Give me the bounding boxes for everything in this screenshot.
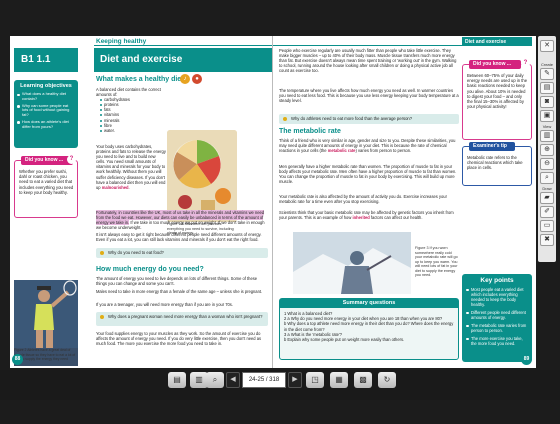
zoom-out-icon[interactable]: ⊖ [540,158,554,170]
metabolic-paragraph-3: Your metabolic rate is also affected by … [279,194,447,205]
view-group-label: View [542,124,552,129]
did-you-know-label-right: Did you know ... [469,60,522,69]
question-note-2: Why does a pregnant woman need more ener… [96,312,268,326]
examiners-tip-label: Examiner's tip [469,142,515,151]
met4b-text: factors can affect our health. [370,215,423,221]
clear-icon[interactable]: ✖ [540,234,554,246]
summary-heading: Summary questions [280,299,458,308]
figure2-caption: Figure 2 Athletes have a great deal of m… [14,348,76,361]
objective-item: How does an athlete's diet differ from y… [17,119,75,130]
summary-questions-box: Summary questions 1 What is a balanced d… [279,298,459,360]
question-icon: ? [67,155,76,164]
temperature-paragraph: The temperature where you live affects h… [279,88,459,104]
page-icon[interactable]: ▤ [540,82,554,94]
expedition-image [293,232,411,294]
males-paragraph: Males need to take in more energy than a… [96,289,263,294]
met1b-text: ) varies from person to person. [355,148,412,154]
question-note-3: Why do athletes need to eat more food th… [279,114,459,124]
print-icon[interactable]: ▣ [540,110,554,122]
draw-group-label: Draw [542,186,552,191]
uk-paragraph: Fortunately, in countries like the UK, m… [96,210,268,230]
summary-item: b Explain why some people put on weight … [284,337,405,343]
did-you-know-box-right: Did you know ... ? Between 60–75% of you… [462,59,532,140]
cells-text: Your body uses carbohydrates, proteins a… [96,144,166,190]
right-toolbar: ✕ Create ✎ ▤ ◙ ▣ View ▥ ⊕ ⊖ ⌕ Draw ▰ ✐ ▭… [538,36,556,262]
did-you-know-label: Did you know ... [21,156,74,165]
resources-icon[interactable]: ◳ [306,372,324,388]
muscle-paragraph: Your food supplies energy to your muscle… [96,331,262,347]
key-point-item: Most people eat a varied diet which incl… [465,287,529,307]
intro-text: A balanced diet contains the correct amo… [96,87,166,133]
did-you-know-text-right: Between 60–75% of your daily energy need… [467,73,528,110]
examiners-tip-box: Examiner's tip Metabolic rate refers to … [462,142,532,186]
left-header: Keeping healthy [10,36,272,46]
link-icon[interactable]: ● [192,74,202,84]
energy-paragraph: The amount of energy you need to live de… [96,276,258,287]
left-page: Keeping healthy B1 1.1 Diet and exercise… [10,36,272,368]
starve-paragraph: It isn't always easy to get it right bec… [96,232,262,243]
magnifier-icon[interactable]: ⌕ [540,172,554,184]
section-number: B1 1.1 [14,48,78,72]
objectives-heading: Learning objectives [20,83,72,89]
close-icon[interactable]: ✕ [540,40,554,52]
zoom-in-icon[interactable]: ⊕ [540,144,554,156]
metabolic-rate-term[interactable]: metabolic rate [328,148,356,153]
reader-window: { "left_page": { "running_head": "Keepin… [0,0,560,424]
objective-item: What does a healthy diet contain? [17,91,75,102]
audio-icon[interactable]: ♪ [180,74,190,84]
right-page: Diet and exercise People who exercise re… [273,36,536,368]
notes-icon[interactable]: ✎ [540,68,554,80]
exercise-paragraph: People who exercise regularly are usuall… [279,48,457,74]
pen-icon[interactable]: ✐ [540,206,554,218]
create-group-label: Create [540,62,553,67]
key-point-item: The metabolic rate varies from person to… [465,323,529,333]
search-icon[interactable]: ⌕ [206,372,224,388]
examiners-tip-text: Metabolic rate refers to the chemical re… [467,155,523,171]
refresh-icon[interactable]: ↻ [378,372,396,388]
question-note-1: Why do you need to eat food? [96,248,268,258]
running-head: Keeping healthy [96,38,147,45]
summary-item: b Why does a top athlete need more energ… [284,321,454,332]
learning-objectives-box: Learning objectives What does a healthy … [14,80,78,148]
did-you-know-text: Whether you prefer sushi, dahl or roast … [19,169,74,195]
eraser-icon[interactable]: ▭ [540,220,554,232]
highlighter-icon[interactable]: ▰ [540,192,554,204]
metabolic-paragraph-1: Think of a friend who is very similar in… [279,138,459,153]
cells-paragraph: Your body uses carbohydrates, proteins a… [96,144,166,190]
malnourished-term[interactable]: malnourished [102,185,129,190]
figure3-caption: Figure 3 If you worn somewhere really co… [415,246,458,277]
page-number-right: 89 [521,354,532,365]
running-head-right: Diet and exercise [462,37,532,46]
inherited-term[interactable]: inherited [352,215,369,220]
spread-view-icon[interactable]: ▥ [540,130,554,142]
heading-energy: How much energy do you need? [96,266,204,273]
heading-healthy-diet: What makes a healthy diet? [96,76,188,83]
heading-metabolic: The metabolic rate [279,128,341,135]
page-number-input[interactable]: 24-25 / 318 [242,372,286,388]
key-points-box: Key points Most people eat a varied diet… [462,274,532,362]
next-page-button[interactable]: ▶ [288,372,302,388]
did-you-know-box: Did you know ... ? Whether you prefer su… [14,155,78,218]
page-number-left: 88 [12,354,23,365]
food-plate-image [167,130,237,222]
intro-sentence: A balanced diet contains the correct amo… [96,87,161,98]
key-point-item: The more exercise you take, the more foo… [465,336,529,346]
question-icon: ? [521,59,530,68]
metabolic-paragraph-4: Scientists think that your basic metabol… [279,210,459,220]
nutrient-item: water. [100,128,166,133]
metabolic-paragraph-2: Men generally have a higher metabolic ra… [279,164,457,185]
page-title: Diet and exercise [94,48,272,72]
objective-item: Why can some people eat lots of food wit… [17,103,75,118]
previous-page-button[interactable]: ◀ [226,372,240,388]
tools-icon[interactable]: ▦ [330,372,348,388]
camera-icon[interactable]: ◙ [540,96,554,108]
key-points-heading: Key points [480,277,514,284]
grid-icon[interactable]: ▩ [354,372,372,388]
key-point-item: Different people need different amounts … [465,310,529,320]
teen-paragraph: If you are a teenager, you will need mor… [96,302,233,307]
contents-icon[interactable]: ▤ [168,372,186,388]
